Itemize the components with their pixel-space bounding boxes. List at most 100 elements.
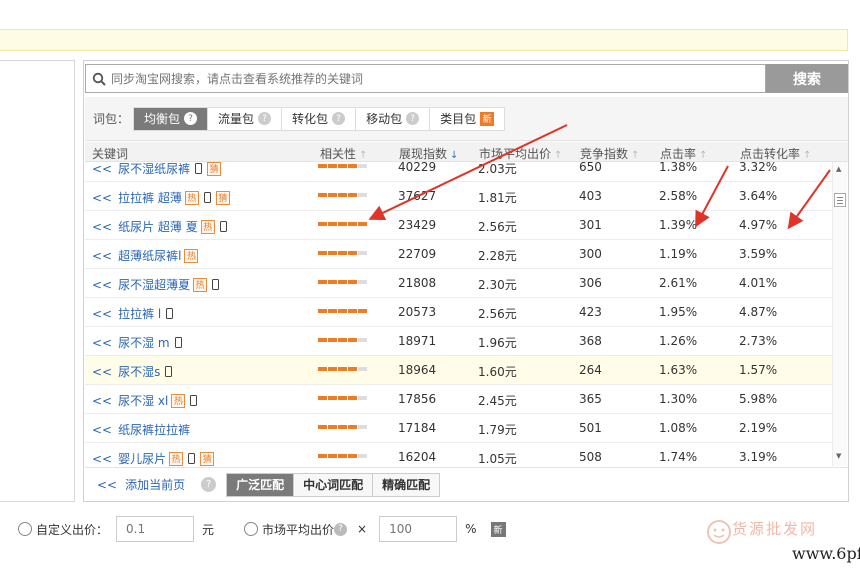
keyword-cell[interactable]: << 拉拉裤 l	[92, 305, 174, 322]
relevance-segment	[348, 164, 357, 168]
pack-tab[interactable]: 均衡包?	[134, 107, 209, 130]
add-keyword-button[interactable]: <<	[92, 162, 112, 176]
table-row[interactable]: << 尿不湿纸尿裤 猜 40229 2.03元 650 1.38% 3.32%	[85, 162, 832, 182]
competition-cell: 650	[579, 162, 602, 174]
keyword-cell[interactable]: << 尿不湿超薄夏热	[92, 276, 220, 293]
add-keyword-button[interactable]: <<	[92, 249, 112, 263]
add-keyword-button[interactable]: <<	[92, 307, 112, 321]
col-competition[interactable]: 竞争指数 ↑	[580, 145, 639, 162]
add-current-page-link[interactable]: << 添加当前页	[97, 476, 185, 493]
relevance-segment	[348, 280, 357, 284]
add-keyword-button[interactable]: <<	[92, 394, 112, 408]
avg-bid-cell: 1.81元	[478, 191, 517, 205]
avg-bid-cell: 2.30元	[478, 278, 517, 292]
help-icon[interactable]: ?	[334, 522, 348, 536]
watermark-logo-icon	[707, 520, 731, 544]
keyword-cell[interactable]: << 纸尿裤拉拉裤	[92, 421, 190, 438]
relevance-meter	[318, 309, 367, 313]
col-avg-bid[interactable]: 市场平均出价 ↑	[479, 145, 562, 162]
keyword-cell[interactable]: << 尿不湿s	[92, 363, 173, 380]
relevance-segment	[318, 338, 327, 342]
col-cvr[interactable]: 点击转化率 ↑	[740, 145, 811, 162]
relevance-segment	[328, 367, 337, 371]
pack-tab[interactable]: 转化包?	[282, 107, 357, 130]
search-input[interactable]	[111, 71, 751, 86]
pack-tab[interactable]: 移动包?	[356, 107, 431, 130]
table-row[interactable]: << 尿不湿s 18964 1.60元 264 1.63% 1.57%	[85, 356, 832, 385]
market-bid-radio[interactable]	[244, 522, 259, 536]
guess-badge: 猜	[215, 190, 230, 205]
mobile-icon	[219, 221, 227, 232]
match-type-tab[interactable]: 广泛匹配	[227, 473, 295, 496]
table-row[interactable]: << 拉拉裤 超薄热 猜 37627 1.81元 403 2.58% 3.64%	[85, 182, 832, 211]
table-row[interactable]: << 婴儿尿片热 猜 16204 1.05元 508 1.74% 3.19%	[85, 443, 832, 466]
keyword-cell[interactable]: << 超薄纸尿裤l 热	[92, 247, 199, 264]
relevance-segment	[358, 396, 367, 400]
add-keyword-button[interactable]: <<	[92, 278, 112, 292]
sort-asc-icon: ↑	[359, 150, 368, 161]
table-row[interactable]: << 尿不湿 xl 热 17856 2.45元 365 1.30% 5.98%	[85, 385, 832, 414]
table-row[interactable]: << 纸尿裤拉拉裤 17184 1.79元 501 1.08% 2.19%	[85, 414, 832, 443]
market-bid-percent-input[interactable]	[379, 516, 458, 542]
add-keyword-button[interactable]: <<	[92, 336, 112, 350]
col-impressions[interactable]: 展现指数 ↓	[399, 145, 458, 162]
add-keyword-button[interactable]: <<	[92, 220, 112, 234]
keyword-text: 超薄纸尿裤l	[118, 249, 182, 263]
competition-cell: 300	[579, 247, 602, 261]
cvr-cell: 4.87%	[739, 305, 778, 319]
custom-bid-radio[interactable]	[18, 522, 32, 536]
scroll-thumb[interactable]	[834, 193, 846, 207]
relevance-segment	[328, 280, 337, 284]
impressions-cell: 17856	[398, 392, 437, 406]
relevance-segment	[358, 425, 367, 429]
mobile-icon	[203, 192, 211, 203]
add-keyword-button[interactable]: <<	[92, 191, 112, 205]
col-ctr[interactable]: 点击率 ↑	[660, 145, 707, 162]
pack-tab-label: 均衡包	[144, 112, 181, 126]
search-box[interactable]	[85, 64, 766, 93]
keyword-cell[interactable]: << 婴儿尿片热 猜	[92, 450, 215, 466]
relevance-segment	[348, 454, 357, 458]
keyword-cell[interactable]: << 纸尿片 超薄 夏热	[92, 218, 227, 235]
help-icon[interactable]: ?	[201, 477, 217, 492]
keyword-cell[interactable]: << 尿不湿 m	[92, 334, 182, 351]
help-icon: ?	[184, 112, 198, 125]
add-keyword-button[interactable]: <<	[92, 365, 112, 379]
table-row[interactable]: << 拉拉裤 l 20573 2.56元 423 1.95% 4.87%	[85, 298, 832, 327]
search-button[interactable]: 搜索	[766, 64, 848, 93]
market-bid-unit: %	[465, 522, 477, 536]
hot-badge: 热	[200, 219, 215, 234]
relevance-segment	[328, 222, 337, 226]
table-row[interactable]: << 超薄纸尿裤l 热 22709 2.28元 300 1.19% 3.59%	[85, 240, 832, 269]
scroll-down-icon[interactable]: ▼	[836, 452, 841, 460]
match-type-tab[interactable]: 精确匹配	[373, 473, 440, 496]
cvr-cell: 3.64%	[739, 189, 778, 203]
pack-tab[interactable]: 流量包?	[208, 107, 283, 130]
table-row[interactable]: << 尿不湿超薄夏热 21808 2.30元 306 2.61% 4.01%	[85, 269, 832, 298]
cvr-cell: 3.32%	[739, 162, 778, 174]
match-type-tab[interactable]: 中心词匹配	[294, 473, 374, 496]
relevance-meter	[318, 164, 367, 168]
keyword-cell[interactable]: << 尿不湿 xl 热	[92, 392, 198, 409]
table-scrollbar[interactable]: ▲ ▼	[832, 162, 847, 466]
pack-tab[interactable]: 类目包新	[430, 108, 504, 130]
market-bid-label: 市场平均出价	[262, 522, 335, 537]
scroll-up-icon[interactable]: ▲	[836, 165, 841, 173]
col-relevance[interactable]: 相关性 ↑	[320, 145, 367, 162]
add-keyword-button[interactable]: <<	[92, 452, 112, 466]
keyword-cell[interactable]: << 尿不湿纸尿裤 猜	[92, 162, 222, 177]
watermark: 货源批发网 www.6pf.cn	[706, 518, 860, 568]
relevance-meter	[318, 396, 367, 400]
competition-cell: 508	[579, 450, 602, 464]
relevance-segment	[318, 222, 327, 226]
table-row[interactable]: << 纸尿片 超薄 夏热 23429 2.56元 301 1.39% 4.97%	[85, 211, 832, 240]
pack-tab-label: 移动包	[366, 112, 403, 126]
keyword-cell[interactable]: << 拉拉裤 超薄热 猜	[92, 189, 230, 206]
pack-label: 词包：	[93, 112, 130, 126]
pack-tab-label: 流量包	[218, 112, 255, 126]
add-keyword-button[interactable]: <<	[92, 423, 112, 437]
table-body: << 尿不湿纸尿裤猜 40229 2.03元 650 1.38% 3.32% << 拉拉裤 超薄…	[85, 162, 832, 466]
table-row[interactable]: << 尿不湿 m 18971 1.96元 368 1.26% 2.73%	[85, 327, 832, 356]
custom-bid-input[interactable]	[116, 516, 195, 542]
impressions-cell: 18964	[398, 363, 437, 377]
